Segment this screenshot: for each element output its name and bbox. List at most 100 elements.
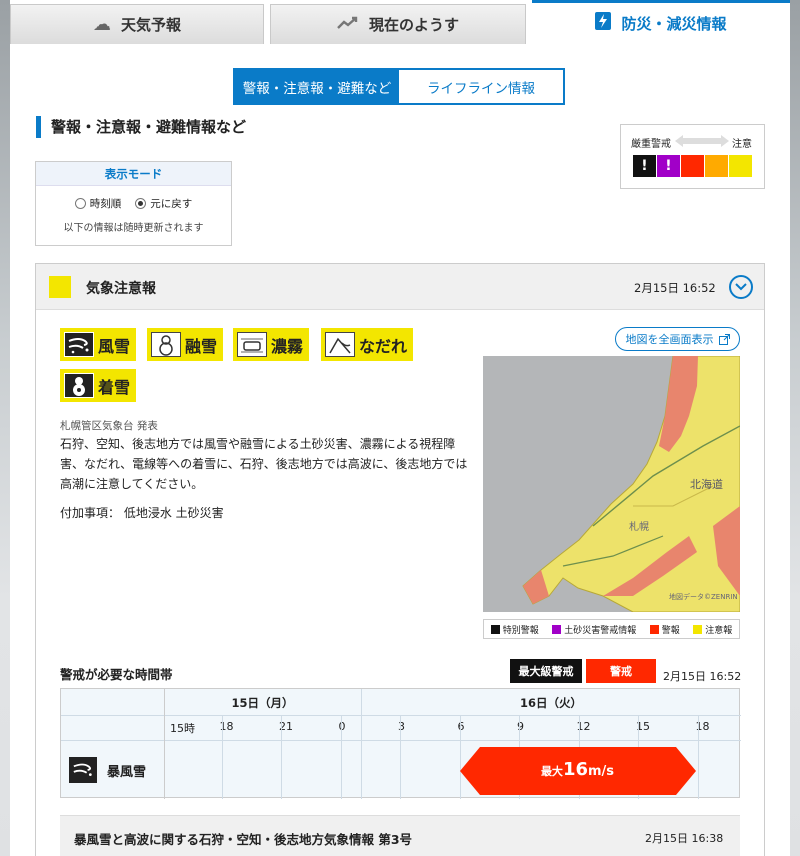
double-arrow-icon	[675, 135, 729, 147]
map-legend-warning: 警報	[649, 623, 680, 636]
legend-label: 土砂災害警戒情報	[564, 625, 637, 636]
alert-datetime: 2月15日 16:52	[634, 281, 716, 295]
map-legend-advisory: 注意報	[693, 623, 732, 636]
legend-key	[490, 624, 500, 634]
tab-current-conditions[interactable]: 現在のようす	[270, 4, 526, 44]
advisory-chip-wind-snow: 風雪	[60, 328, 137, 361]
issuer: 札幌管区気象台 発表	[60, 420, 158, 432]
wind-max-value: 16	[562, 759, 588, 780]
hour-tick-label: 15時	[170, 722, 195, 735]
grid-line	[340, 715, 342, 799]
weather-info-title: 暴風雪と高波に関する石狩・空知・後志地方気象情報 第3号	[74, 832, 413, 847]
cloud-sun-icon: ☁	[92, 14, 111, 35]
advisory-chip-dense-fog: 濃霧	[233, 328, 310, 361]
fog-car-icon	[237, 332, 267, 357]
tab-label: 天気予報	[120, 16, 181, 34]
advisory-chip-snowmelt: 融雪	[147, 328, 224, 361]
legend-label: 特別警報	[502, 625, 539, 636]
legend-strongest-label: 厳重警戒	[631, 139, 671, 150]
chevron-down-icon	[735, 283, 747, 291]
map-legend-special: 特別警報	[490, 623, 539, 636]
legend-key	[552, 624, 562, 634]
update-note: 以下の情報は随時更新されます	[63, 223, 204, 234]
wind-snow-icon	[64, 332, 94, 357]
segment-lifeline[interactable]: ライフライン情報	[399, 70, 563, 103]
fullscreen-map-label: 地図を全画面表示	[625, 333, 714, 346]
weather-info-item[interactable]: 暴風雪と高波に関する石狩・空知・後志地方気象情報 第3号 2月15日 16:38	[60, 815, 740, 856]
map-label-sapporo: 札幌	[629, 522, 649, 533]
alert-title: 気象注意報	[86, 281, 156, 297]
wind-max-prefix: 最大	[540, 765, 563, 778]
tab-weather-forecast[interactable]: ☁ 天気予報	[10, 4, 264, 44]
advisory-chip-avalanche: なだれ	[321, 328, 414, 361]
advisory-chip-label: 着雪	[98, 377, 131, 397]
advisory-chip-label: なだれ	[359, 336, 408, 356]
legend-label: 注意報	[705, 625, 733, 636]
wind-snow-icon	[69, 757, 97, 783]
legend-key	[649, 624, 659, 634]
lightning-icon	[595, 12, 612, 35]
advisory-chip-label: 濃霧	[271, 336, 304, 356]
top-tabs: ☁ 天気予報 現在のようす 防災・減災情報	[0, 0, 800, 44]
timeline-datetime: 2月15日 16:52	[663, 670, 742, 683]
grid-line	[61, 715, 741, 716]
wind-max-label: 最大16m/s	[460, 759, 696, 780]
legend-swatch-landslide: !	[657, 155, 680, 177]
map-legend: 特別警報 土砂災害警戒情報 警報 注意報	[483, 619, 740, 639]
row-label-blizzard: 暴風雪	[69, 757, 146, 783]
advisory-chip-label: 風雪	[98, 336, 131, 356]
grid-line	[697, 715, 699, 799]
advisory-color-square	[49, 276, 71, 298]
legend-swatch-caution-high	[705, 155, 728, 177]
snowman-melt-icon	[151, 332, 181, 357]
day-label-16: 16日（火）	[519, 696, 582, 710]
display-mode-title: 表示モード	[36, 162, 231, 186]
additional-items: 付加事項： 低地浸水 土砂災害	[60, 506, 224, 520]
snow-accretion-icon	[64, 373, 94, 398]
severity-legend: 厳重警戒 注意 ! !	[620, 124, 765, 189]
map-label-hokkaido: 北海道	[690, 478, 723, 491]
option-label: 時刻順	[89, 198, 122, 210]
section-title: 警報・注意報・避難情報など	[36, 116, 246, 138]
legend-swatch-advisory	[729, 155, 752, 177]
row-label-text: 暴風雪	[107, 764, 147, 780]
advisory-chip-label: 融雪	[185, 336, 218, 356]
radio-selected-icon[interactable]	[135, 198, 147, 209]
legend-swatch-special: !	[633, 155, 656, 177]
collapse-toggle[interactable]	[729, 275, 753, 299]
tab-label: 現在のようす	[368, 16, 459, 34]
segment-warnings[interactable]: 警報・注意報・避難など	[235, 70, 399, 103]
mode-option-chronological[interactable]: 時刻順	[74, 196, 122, 211]
advisory-chip-snow-accretion: 着雪	[60, 369, 137, 402]
display-mode-box: 表示モード 時刻順 元に戻す 以下の情報は随時更新されます	[35, 161, 232, 246]
wind-alert-bar: 最大16m/s	[459, 747, 698, 795]
legend-swatch-warning	[681, 155, 704, 177]
map-credit: 地図データ©ZENRIN	[669, 593, 738, 601]
max-alert-badge: 最大級警戒	[510, 659, 582, 683]
legend-weakest-label: 注意	[732, 139, 752, 150]
tab-disaster-prevention[interactable]: 防災・減災情報	[532, 0, 790, 44]
legend-key	[693, 624, 703, 634]
weather-info-datetime: 2月15日 16:38	[645, 832, 724, 845]
grid-line	[281, 715, 282, 799]
wind-max-unit: m/s	[588, 764, 615, 779]
option-label: 元に戻す	[150, 198, 193, 210]
timeline-title: 警戒が必要な時間帯	[60, 667, 173, 682]
tab-label: 防災・減災情報	[621, 15, 727, 33]
mode-option-restore[interactable]: 元に戻す	[135, 196, 192, 211]
timeline-grid: 15日（月） 16日（火） 15時 18 21 0 3 6 9 12 15 18 暴風雪 最大16…	[60, 688, 741, 799]
advisory-text: 石狩、空知、後志地方では風雪や融雪による土砂災害、濃霧による視程障害、なだれ、電…	[60, 437, 468, 491]
alert-header[interactable]: 気象注意報 2月15日 16:52	[36, 264, 764, 310]
legend-label: 警報	[661, 625, 680, 636]
avalanche-icon	[325, 332, 355, 357]
warning-map[interactable]: 北海道 札幌 地図データ©ZENRIN	[483, 356, 740, 612]
radio-icon[interactable]	[74, 198, 86, 209]
grid-line	[400, 715, 401, 799]
map-legend-landslide: 土砂災害警戒情報	[552, 623, 636, 636]
day-label-15: 15日（月）	[231, 696, 294, 710]
grid-line	[221, 715, 223, 799]
fullscreen-map-button[interactable]: 地図を全画面表示	[615, 327, 740, 351]
trend-line-icon	[337, 14, 359, 35]
alert-badge: 警戒	[586, 659, 656, 683]
external-link-icon	[718, 333, 730, 345]
